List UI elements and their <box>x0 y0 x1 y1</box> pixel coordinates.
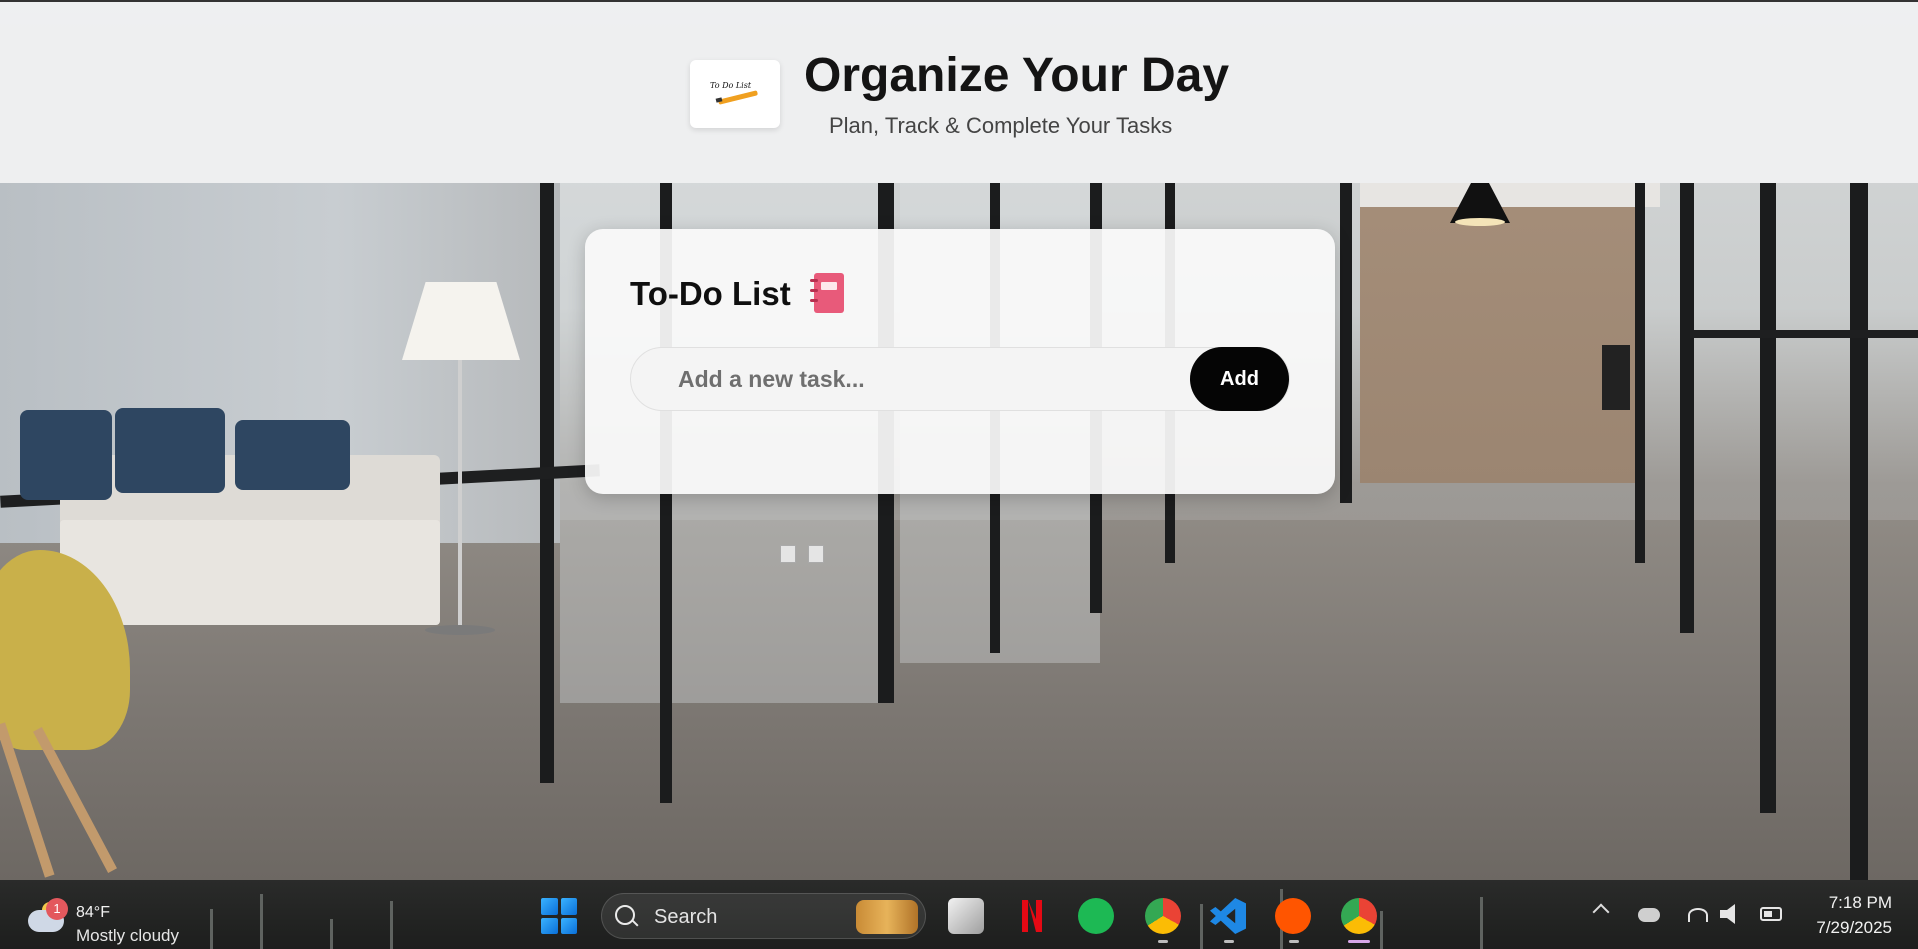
page-header: To Do List Organize Your Day Plan, Track… <box>0 0 1918 183</box>
search-highlight-image <box>856 900 918 934</box>
taskbar-search[interactable]: Search <box>601 893 926 939</box>
todo-title: To-Do List <box>630 275 791 312</box>
notification-badge: 1 <box>46 898 68 920</box>
search-label: Search <box>654 906 718 928</box>
chrome-icon[interactable] <box>1341 898 1377 934</box>
task-input[interactable] <box>631 348 1181 410</box>
pencil-icon <box>717 90 759 105</box>
task-view-icon[interactable] <box>948 898 984 934</box>
weather-temperature: 84°F <box>76 904 110 921</box>
page-subtitle: Plan, Track & Complete Your Tasks <box>829 113 1173 138</box>
battery-icon[interactable] <box>1760 907 1782 921</box>
page-title: Organize Your Day <box>804 49 1230 102</box>
soundcloud-icon[interactable] <box>1275 898 1311 934</box>
windows-start-icon[interactable] <box>541 898 577 934</box>
clock-time[interactable]: 7:18 PM <box>1829 893 1892 913</box>
logo-text: To Do List <box>710 81 752 90</box>
onedrive-icon[interactable] <box>1638 908 1660 922</box>
netflix-icon[interactable] <box>1014 898 1050 934</box>
add-task-button[interactable]: Add <box>1190 347 1289 411</box>
weather-widget[interactable]: 1 84°F Mostly cloudy <box>24 890 204 945</box>
notebook-icon <box>808 273 845 313</box>
todo-logo: To Do List <box>690 60 780 128</box>
search-icon <box>615 905 635 925</box>
clock-date[interactable]: 7/29/2025 <box>1816 918 1892 938</box>
spotify-icon[interactable] <box>1078 898 1114 934</box>
chrome-icon[interactable] <box>1145 898 1181 934</box>
weather-description: Mostly cloudy <box>76 926 179 945</box>
wifi-icon[interactable] <box>1688 908 1708 922</box>
